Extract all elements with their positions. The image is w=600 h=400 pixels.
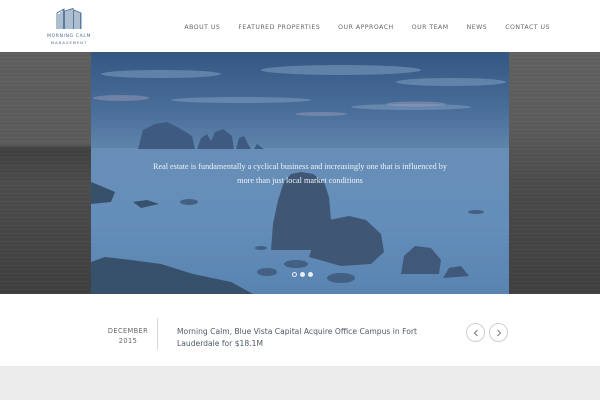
news-ticker: DECEMBER 2015 Morning Calm, Blue Vista C… <box>0 294 600 366</box>
chevron-left-icon <box>473 329 478 336</box>
slide-dot-1[interactable] <box>291 272 297 277</box>
footer-band <box>0 366 600 400</box>
main-nav: ABOUT US FEATURED PROPERTIES OUR APPROAC… <box>166 24 550 31</box>
chevron-right-icon <box>496 329 501 336</box>
hero-caption: Real estate is fundamentally a cyclical … <box>153 162 447 185</box>
nav-featured-properties[interactable]: FEATURED PROPERTIES <box>238 24 320 31</box>
news-headline-link[interactable]: Morning Calm, Blue Vista Capital Acquire… <box>177 326 457 350</box>
nav-contact-us[interactable]: CONTACT US <box>505 24 550 31</box>
hero-slider: Real estate is fundamentally a cyclical … <box>0 52 600 294</box>
site-logo[interactable]: MORNING CALM MANAGEMENT <box>44 8 94 46</box>
slider-pagination <box>290 272 315 277</box>
logo-name: MORNING CALM <box>46 34 92 39</box>
next-slide-peek <box>509 52 600 294</box>
nav-about-us[interactable]: ABOUT US <box>184 24 220 31</box>
building-logo-icon <box>56 8 82 29</box>
active-slide: Real estate is fundamentally a cyclical … <box>91 52 509 294</box>
news-divider <box>157 318 158 350</box>
slide-dot-2[interactable] <box>300 272 306 277</box>
nav-our-approach[interactable]: OUR APPROACH <box>338 24 394 31</box>
logo-tagline: MANAGEMENT <box>50 40 88 45</box>
nav-our-team[interactable]: OUR TEAM <box>412 24 449 31</box>
news-date: DECEMBER 2015 <box>105 326 151 346</box>
slide-dot-3[interactable] <box>308 272 314 277</box>
news-date-month: DECEMBER <box>107 327 149 335</box>
news-next-button[interactable] <box>489 323 508 342</box>
news-date-year: 2015 <box>118 337 138 345</box>
previous-slide-peek <box>0 52 91 294</box>
site-header: MORNING CALM MANAGEMENT ABOUT US FEATURE… <box>0 0 600 52</box>
nav-news[interactable]: NEWS <box>467 24 488 31</box>
news-prev-button[interactable] <box>466 323 485 342</box>
